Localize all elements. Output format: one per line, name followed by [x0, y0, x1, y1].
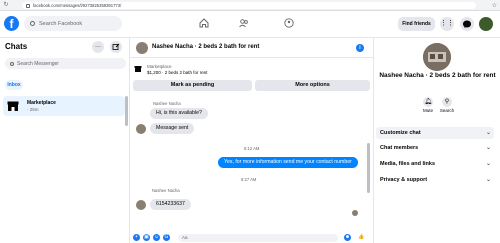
- listing-price[interactable]: $1,200 · 2 beds 2 bath for rent: [147, 70, 208, 75]
- search-icon: ⚲: [442, 97, 452, 107]
- section-label: Customize chat: [380, 130, 421, 136]
- media-files-links-section[interactable]: Media, files and links ⌄: [376, 158, 494, 170]
- message-sender: Nashee Nacha: [152, 188, 180, 193]
- chevron-down-icon: ⌄: [485, 161, 491, 167]
- privacy-support-section[interactable]: Privacy & support ⌄: [376, 174, 494, 186]
- search-icon: [30, 21, 35, 26]
- friends-icon[interactable]: [238, 17, 250, 29]
- chevron-down-icon: ⌄: [485, 130, 491, 136]
- section-label: Media, files and links: [380, 161, 436, 167]
- emoji-icon[interactable]: ☻: [344, 234, 351, 241]
- info-icon[interactable]: i: [356, 44, 364, 52]
- message-bubble[interactable]: 6154233637: [150, 199, 191, 210]
- chat-area: Nashee Nacha · 2 beds 2 bath for rent i …: [130, 38, 373, 243]
- chats-sidebar: Chats ··· Search Messenger Inbox Marketp…: [0, 38, 130, 243]
- message-bubble[interactable]: Message sent: [150, 123, 195, 134]
- mark-pending-button[interactable]: Mark as pending: [133, 80, 252, 91]
- conversation-time: · 25m: [27, 107, 39, 112]
- chat-scrollbar[interactable]: [367, 143, 370, 193]
- chevron-down-icon: ⌄: [485, 145, 491, 151]
- menu-grid-icon[interactable]: ⋮⋮: [440, 17, 454, 31]
- section-label: Privacy & support: [380, 177, 428, 183]
- sender-avatar[interactable]: [136, 200, 146, 210]
- sticker-icon[interactable]: ☺: [153, 234, 160, 241]
- customize-chat-section[interactable]: Customize chat ⌄: [376, 127, 494, 139]
- home-icon[interactable]: [198, 17, 210, 29]
- marketplace-store-icon: [134, 65, 142, 73]
- marketplace-store-icon: [6, 99, 20, 113]
- address-bar[interactable]: facebook.com/messages/t/9273825359391773…: [22, 2, 476, 9]
- chats-title: Chats: [5, 42, 28, 51]
- message-composer: + ▣ ☺ G Aa ☻ 👍: [130, 234, 373, 243]
- gif-icon[interactable]: G: [163, 234, 170, 241]
- contact-avatar[interactable]: [423, 43, 451, 71]
- message-bubble[interactable]: Yes, for more information send me your c…: [218, 157, 358, 168]
- groups-icon[interactable]: [283, 17, 295, 29]
- contact-name: Nashee Nacha · 2 beds 2 bath for rent: [379, 72, 496, 79]
- message-sender: Nashee Nacha: [153, 101, 181, 106]
- message-input[interactable]: Aa: [178, 234, 338, 242]
- plus-icon[interactable]: +: [133, 234, 140, 241]
- seen-avatar: [352, 210, 358, 216]
- like-icon[interactable]: 👍: [358, 234, 365, 241]
- sender-avatar[interactable]: [136, 124, 146, 134]
- section-label: Chat members: [380, 145, 419, 151]
- chat-members-section[interactable]: Chat members ⌄: [376, 142, 494, 154]
- messenger-icon[interactable]: [460, 17, 474, 31]
- facebook-topbar: f Search Facebook Find friends ⋮⋮: [0, 11, 500, 38]
- conversation-name: Marketplace: [27, 100, 56, 106]
- chat-header: Nashee Nacha · 2 beds 2 bath for rent i: [130, 38, 373, 58]
- new-message-icon[interactable]: [110, 41, 122, 53]
- marketplace-label: Marketplace: [147, 64, 172, 69]
- chat-title[interactable]: Nashee Nacha · 2 beds 2 bath for rent: [152, 44, 259, 50]
- facebook-logo[interactable]: f: [4, 16, 19, 31]
- search-action[interactable]: ⚲ Search: [438, 97, 456, 113]
- search-label: Search: [439, 108, 455, 113]
- message-bubble[interactable]: Hi, is this available?: [150, 108, 208, 119]
- timestamp: 5:12 AM: [244, 146, 260, 151]
- mute-label: Mute: [422, 108, 433, 113]
- lock-icon: [26, 3, 30, 8]
- timestamp: 8:27 AM: [241, 177, 257, 182]
- image-icon[interactable]: ▣: [143, 234, 150, 241]
- bell-icon: 🔔︎: [423, 97, 433, 107]
- contact-avatar[interactable]: [136, 42, 148, 54]
- browser-toolbar: ↻ facebook.com/messages/t/92738253593917…: [0, 0, 500, 11]
- profile-avatar[interactable]: [479, 17, 493, 31]
- chevron-down-icon: ⌄: [485, 177, 491, 183]
- url-text: facebook.com/messages/t/9273825359391773…: [33, 3, 122, 8]
- inbox-tab[interactable]: Inbox: [5, 80, 23, 90]
- conversation-info-panel: Nashee Nacha · 2 beds 2 bath for rent 🔔︎…: [373, 38, 500, 243]
- facebook-search-input[interactable]: Search Facebook: [24, 16, 122, 31]
- messenger-search-input[interactable]: Search Messenger: [5, 58, 126, 69]
- search-placeholder: Search Messenger: [17, 60, 59, 67]
- search-placeholder: Search Facebook: [39, 20, 83, 27]
- conversation-item[interactable]: Marketplace · 25m: [3, 96, 125, 116]
- search-icon: [10, 61, 14, 66]
- mute-action[interactable]: 🔔︎ Mute: [419, 97, 437, 113]
- find-friends-button[interactable]: Find friends: [398, 17, 435, 31]
- sidebar-scrollbar[interactable]: [125, 96, 128, 126]
- bookmark-star-icon[interactable]: ☆: [492, 2, 497, 9]
- reload-icon[interactable]: ↻: [3, 2, 9, 8]
- more-options-button[interactable]: More options: [255, 80, 370, 91]
- more-options-icon[interactable]: ···: [92, 41, 104, 53]
